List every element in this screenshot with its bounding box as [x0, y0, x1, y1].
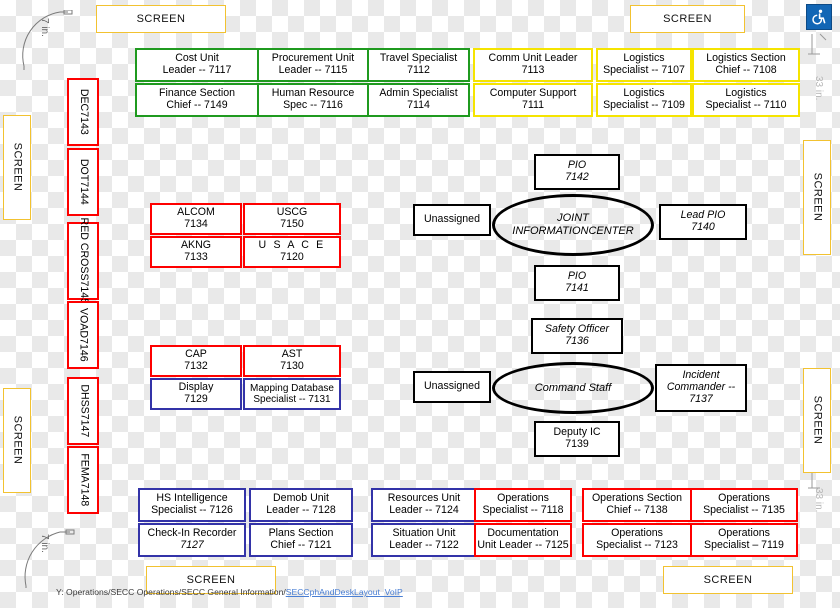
desk-logistics-specialist-7109[interactable]: Logistics Specialist -- 7109 [596, 83, 692, 117]
desk-usace[interactable]: U S A C E 7120 [243, 236, 341, 268]
desk-operations-section-chief[interactable]: Operations Section Chief -- 7138 [582, 488, 692, 522]
desk-travel-specialist[interactable]: Travel Specialist 7112 [367, 48, 470, 82]
screen-top-right: SCREEN [630, 5, 745, 33]
desk-operations-specialist-7135[interactable]: Operations Specialist -- 7135 [690, 488, 798, 522]
desk-logistics-section-chief[interactable]: Logistics Section Chief -- 7108 [692, 48, 800, 82]
desk-dot[interactable]: DOT7144 [67, 148, 99, 216]
desk-demob-unit-leader[interactable]: Demob Unit Leader -- 7128 [249, 488, 353, 522]
desk-mapping-database-specialist[interactable]: Mapping Database Specialist -- 7131 [243, 378, 341, 410]
dimension-label-top-left: 7 in. [39, 18, 50, 37]
desk-hs-intelligence-specialist[interactable]: HS Intelligence Specialist -- 7126 [138, 488, 246, 522]
dimension-mark-right-upper [808, 33, 827, 55]
desk-akng[interactable]: AKNG 7133 [150, 236, 242, 268]
desk-alcom[interactable]: ALCOM 7134 [150, 203, 242, 235]
desk-resources-unit-leader[interactable]: Resources Unit Leader -- 7124 [371, 488, 477, 522]
wheelchair-accessible-icon [806, 4, 832, 30]
desk-logistics-specialist-7110[interactable]: Logistics Specialist -- 7110 [692, 83, 800, 117]
desk-situation-unit-leader[interactable]: Situation Unit Leader -- 7122 [371, 523, 477, 557]
desk-unassigned-jic[interactable]: Unassigned [413, 204, 491, 236]
desk-uscg[interactable]: USCG 7150 [243, 203, 341, 235]
screen-right-lower: SCREEN [803, 368, 831, 473]
footer-file-path: Y: Operations/SECC Operations/SECC Gener… [56, 587, 403, 597]
desk-fema[interactable]: FEMA7148 [67, 446, 99, 514]
desk-voad[interactable]: VOAD7146 [67, 301, 99, 369]
desk-plans-section-chief[interactable]: Plans Section Chief -- 7121 [249, 523, 353, 557]
dimension-arc-bottom-left [24, 529, 75, 588]
desk-lead-pio-7140[interactable]: Lead PIO 7140 [659, 204, 747, 240]
desk-computer-support[interactable]: Computer Support 7111 [473, 83, 593, 117]
desk-finance-section-chief[interactable]: Finance Section Chief -- 7149 [135, 83, 259, 117]
dimension-label-right-upper: 33 in. [813, 76, 824, 101]
desk-ast[interactable]: AST 7130 [243, 345, 341, 377]
desk-operations-specialist-7119[interactable]: Operations Specialist – 7119 [690, 523, 798, 557]
desk-check-in-recorder[interactable]: Check-In Recorder 7127 [138, 523, 246, 557]
screen-right-upper: SCREEN [803, 140, 831, 255]
desk-documentation-unit-leader[interactable]: Documentation Unit Leader -- 7125 [474, 523, 572, 557]
screen-top-left: SCREEN [96, 5, 226, 33]
desk-red-cross[interactable]: RED CROSS7145 [67, 218, 99, 304]
dimension-label-right-lower: 33 in. [813, 488, 824, 513]
desk-cap[interactable]: CAP 7132 [150, 345, 242, 377]
desk-human-resource-spec[interactable]: Human Resource Spec -- 7116 [257, 83, 369, 117]
desk-logistics-specialist-7107[interactable]: Logistics Specialist -- 7107 [596, 48, 692, 82]
hub-command-staff: Command Staff [492, 362, 654, 414]
secc-desk-layout-diagram: 7 in. 7 in. 33 in. 33 in. SCREEN SCREEN … [0, 0, 840, 608]
desk-dhss[interactable]: DHSS7147 [67, 377, 99, 445]
dimension-arc-top-left [22, 10, 73, 70]
desk-unassigned-command[interactable]: Unassigned [413, 371, 491, 403]
desk-pio-7141[interactable]: PIO 7141 [534, 265, 620, 301]
screen-left-upper: SCREEN [3, 115, 31, 220]
desk-operations-specialist-7123[interactable]: Operations Specialist -- 7123 [582, 523, 692, 557]
desk-dec[interactable]: DEC7143 [67, 78, 99, 146]
screen-left-lower: SCREEN [3, 388, 31, 493]
desk-cost-unit-leader[interactable]: Cost Unit Leader -- 7117 [135, 48, 259, 82]
desk-deputy-ic-7139[interactable]: Deputy IC 7139 [534, 421, 620, 457]
desk-admin-specialist[interactable]: Admin Specialist 7114 [367, 83, 470, 117]
hub-joint-information-center: JOINT INFORMATIONCENTER [492, 194, 654, 256]
desk-pio-7142[interactable]: PIO 7142 [534, 154, 620, 190]
desk-incident-commander-7137[interactable]: Incident Commander -- 7137 [655, 364, 747, 412]
desk-display[interactable]: Display 7129 [150, 378, 242, 410]
footer-path-link[interactable]: SECCphAndDeskLayout_VoIP [286, 587, 403, 597]
dimension-label-bottom-left: 7 in. [39, 534, 50, 553]
desk-safety-officer-7136[interactable]: Safety Officer 7136 [531, 318, 623, 354]
footer-path-text: Y: Operations/SECC Operations/SECC Gener… [56, 587, 286, 597]
desk-procurement-unit-leader[interactable]: Procurement Unit Leader -- 7115 [257, 48, 369, 82]
desk-operations-specialist-7118[interactable]: Operations Specialist -- 7118 [474, 488, 572, 522]
desk-comm-unit-leader[interactable]: Comm Unit Leader 7113 [473, 48, 593, 82]
screen-bottom-right: SCREEN [663, 566, 793, 594]
